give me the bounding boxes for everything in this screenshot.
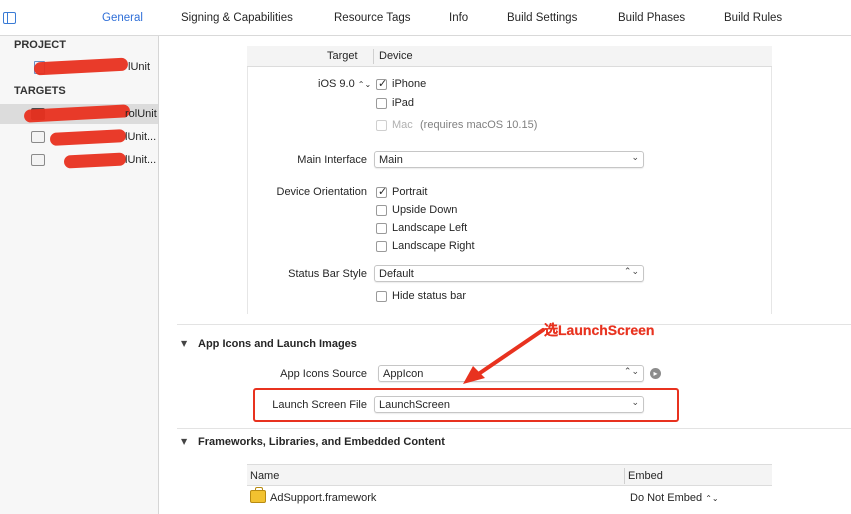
disclosure-triangle-icon[interactable]: ▼ bbox=[181, 437, 187, 446]
framework-name: AdSupport.framework bbox=[270, 492, 377, 504]
mac-checkbox bbox=[376, 120, 387, 131]
stepper-chevrons-icon: ⌃⌄ bbox=[357, 80, 372, 89]
app-icons-section-title: App Icons and Launch Images bbox=[198, 338, 357, 350]
disclosure-triangle-icon[interactable]: ▼ bbox=[181, 339, 187, 348]
landscape-left-checkbox[interactable] bbox=[376, 223, 387, 234]
grid-border-right bbox=[771, 67, 772, 314]
embed-popup[interactable]: Do Not Embed ⌃⌄ bbox=[630, 492, 719, 504]
annotation-text: 选LaunchScreen bbox=[544, 322, 655, 338]
landscape-left-label: Landscape Left bbox=[392, 222, 468, 234]
device-orientation-label: Device Orientation bbox=[276, 186, 368, 198]
tab-build-rules[interactable]: Build Rules bbox=[724, 12, 782, 24]
sidebar-item-label: lUnit... bbox=[125, 154, 157, 166]
iphone-checkbox[interactable] bbox=[376, 77, 387, 90]
project-navigator-sidebar: PROJECT lUnit TARGETS rolUnit lUnit... l… bbox=[0, 36, 159, 514]
hide-status-bar-label: Hide status bar bbox=[392, 290, 466, 302]
tab-build-settings[interactable]: Build Settings bbox=[507, 12, 577, 24]
table-row[interactable]: AdSupport.framework Do Not Embed ⌃⌄ bbox=[247, 487, 772, 509]
app-icons-source-value: AppIcon bbox=[383, 368, 424, 380]
landscape-right-checkbox[interactable] bbox=[376, 241, 387, 252]
ios-version-selector[interactable]: iOS 9.0 ⌃⌄ bbox=[318, 78, 371, 90]
targets-section-header: TARGETS bbox=[14, 85, 66, 97]
annotation-highlight-box bbox=[253, 388, 679, 422]
ipad-label: iPad bbox=[392, 97, 415, 109]
main-interface-label: Main Interface bbox=[297, 154, 367, 166]
portrait-checkbox[interactable] bbox=[376, 185, 387, 198]
ios-version-value: iOS 9.0 bbox=[318, 78, 355, 90]
general-settings-pane: Target Device iOS 9.0 ⌃⌄ iPhone iPad Mac… bbox=[159, 36, 851, 514]
go-to-arrow-icon[interactable]: ▸ bbox=[650, 368, 661, 379]
column-header-device: Device bbox=[379, 50, 413, 62]
column-separator bbox=[373, 49, 374, 64]
tab-general[interactable]: General bbox=[102, 12, 143, 24]
portrait-label: Portrait bbox=[392, 186, 428, 198]
annotation-arrow bbox=[463, 328, 545, 384]
section-divider bbox=[177, 428, 851, 429]
embed-value: Do Not Embed bbox=[630, 492, 703, 504]
frameworks-table-header: Name Embed bbox=[247, 464, 772, 486]
tab-signing-capabilities[interactable]: Signing & Capabilities bbox=[181, 12, 293, 24]
frameworks-section-title: Frameworks, Libraries, and Embedded Cont… bbox=[198, 436, 445, 448]
status-bar-style-popup[interactable]: Default ⌃⌄ bbox=[374, 265, 644, 282]
sidebar-item-label: lUnit bbox=[128, 61, 151, 73]
up-down-chevron-icon: ⌃⌄ bbox=[623, 267, 639, 277]
sidebar-item-target[interactable]: lUnit... bbox=[0, 127, 158, 147]
status-bar-style-value: Default bbox=[379, 268, 414, 280]
grid-border-left bbox=[247, 67, 248, 314]
stepper-chevrons-icon: ⌃⌄ bbox=[705, 494, 719, 503]
tab-build-phases[interactable]: Build Phases bbox=[618, 12, 685, 24]
sidebar-item-target[interactable]: rolUnit bbox=[0, 104, 158, 124]
sidebar-item-label: rolUnit bbox=[125, 108, 157, 120]
mac-requirement-note: (requires macOS 10.15) bbox=[420, 119, 538, 131]
redaction-mark bbox=[63, 152, 127, 169]
iphone-label: iPhone bbox=[392, 78, 427, 90]
redaction-mark bbox=[23, 104, 131, 123]
app-icons-source-label: App Icons Source bbox=[280, 368, 367, 380]
tab-info[interactable]: Info bbox=[449, 12, 468, 24]
column-header-target: Target bbox=[327, 50, 358, 62]
folder-icon bbox=[31, 131, 45, 143]
mac-label: Mac bbox=[392, 119, 413, 131]
sidebar-item-label: lUnit... bbox=[125, 131, 157, 143]
hide-status-bar-checkbox[interactable] bbox=[376, 291, 387, 302]
redaction-mark bbox=[33, 57, 129, 76]
upside-down-checkbox[interactable] bbox=[376, 205, 387, 216]
chevron-down-icon: ⌄ bbox=[631, 153, 639, 163]
redaction-mark bbox=[49, 129, 127, 146]
framework-toolbox-icon bbox=[250, 487, 266, 503]
sidebar-item-target[interactable]: lUnit... bbox=[0, 150, 158, 170]
column-header-embed[interactable]: Embed bbox=[628, 470, 663, 482]
landscape-right-label: Landscape Right bbox=[392, 240, 475, 252]
sidebar-item-project[interactable]: lUnit bbox=[0, 57, 158, 77]
section-divider bbox=[177, 324, 851, 325]
sidebar-toggle-icon[interactable] bbox=[3, 12, 16, 24]
column-header-name[interactable]: Name bbox=[250, 470, 279, 482]
folder-icon bbox=[31, 154, 45, 166]
project-section-header: PROJECT bbox=[14, 39, 66, 51]
main-interface-value: Main bbox=[379, 154, 403, 166]
upside-down-label: Upside Down bbox=[392, 204, 458, 216]
column-separator bbox=[624, 468, 625, 484]
ipad-checkbox[interactable] bbox=[376, 98, 387, 109]
tab-resource-tags[interactable]: Resource Tags bbox=[334, 12, 411, 24]
editor-tab-bar: General Signing & Capabilities Resource … bbox=[0, 0, 851, 36]
status-bar-style-label: Status Bar Style bbox=[288, 268, 367, 280]
up-down-chevron-icon: ⌃⌄ bbox=[623, 367, 639, 377]
deployment-table-header: Target Device bbox=[247, 46, 772, 67]
main-interface-popup[interactable]: Main ⌄ bbox=[374, 151, 644, 168]
